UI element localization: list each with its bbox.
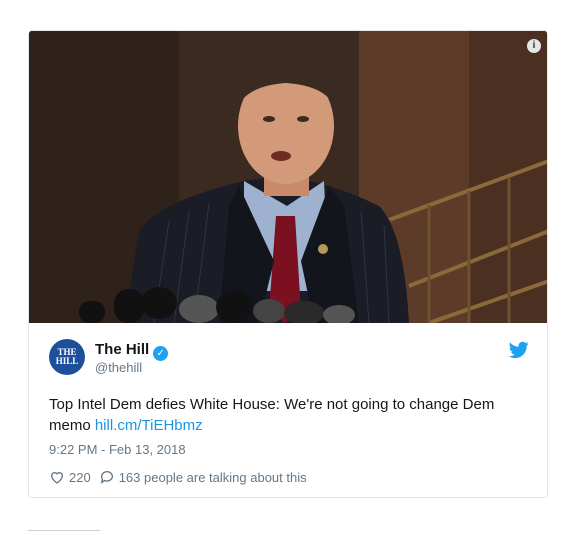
embedded-tweet-card[interactable]: i THE HILL The Hill ✓ @thehill Top Intel … (28, 30, 548, 498)
tweet-actions: 220 163 people are talking about this (49, 469, 307, 485)
avatar-logo-text: THE HILL (55, 347, 79, 366)
talking-about-link[interactable]: 163 people are talking about this (119, 470, 307, 485)
heart-icon[interactable] (49, 469, 65, 485)
tweet-photo[interactable]: i (29, 31, 547, 323)
twitter-bird-icon[interactable] (509, 341, 529, 359)
author-name[interactable]: The Hill (95, 341, 149, 358)
verified-badge-icon: ✓ (153, 346, 169, 361)
info-icon[interactable]: i (527, 39, 541, 53)
speech-bubble-icon[interactable] (99, 469, 115, 485)
tweet-text: Top Intel Dem defies White House: We're … (49, 394, 539, 436)
tweet-timestamp[interactable]: 9:22 PM - Feb 13, 2018 (49, 442, 186, 457)
tweet-author-header: THE HILL The Hill ✓ @thehill (49, 339, 529, 379)
tweet-link[interactable]: hill.cm/TiEHbmz (95, 417, 203, 434)
author-name-row[interactable]: The Hill ✓ (95, 341, 169, 361)
divider (28, 530, 100, 531)
like-count[interactable]: 220 (69, 470, 91, 485)
avatar[interactable]: THE HILL (49, 339, 85, 375)
man-speaking-at-microphones-photo (29, 31, 547, 323)
author-handle[interactable]: @thehill (95, 360, 142, 375)
